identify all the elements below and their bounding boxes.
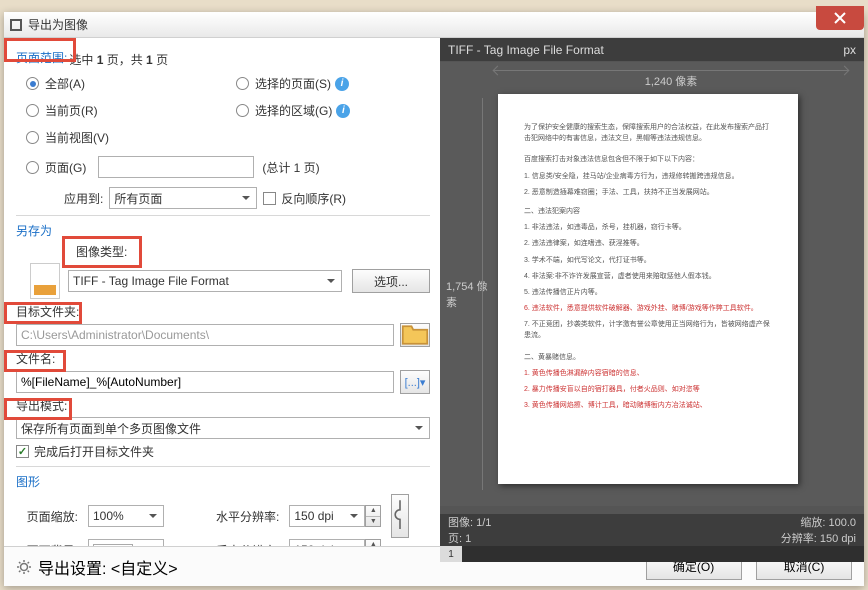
open-after-checkbox[interactable] (16, 445, 29, 458)
info-icon[interactable]: i (336, 104, 350, 118)
vres-label: 垂直分辨率: (216, 542, 279, 547)
zoom-label: 页面缩放: (16, 508, 78, 525)
titlebar: 导出为图像 (4, 12, 864, 38)
apply-to-select[interactable]: 所有页面 (109, 187, 257, 209)
save-as-title: 另存为 (16, 222, 430, 239)
dest-folder-input[interactable] (16, 324, 394, 346)
close-icon (834, 12, 846, 24)
export-settings-label[interactable]: 导出设置: <自定义> (38, 555, 178, 579)
export-dialog: 导出为图像 页面范围: 选中 1 页，共 1 页 全部(A) 选择的页面(S)i… (4, 12, 864, 586)
browse-folder-button[interactable] (400, 323, 430, 347)
radio-selected-area[interactable] (236, 104, 249, 117)
page-range-summary: 选中 1 页，共 1 页 (69, 51, 168, 68)
options-button[interactable]: 选项... (352, 269, 430, 293)
radio-current-view[interactable] (26, 131, 39, 144)
preview-header: TIFF - Tag Image File Format px (440, 38, 864, 62)
image-type-label: 图像类型: (76, 243, 430, 260)
apply-to-label: 应用到: (64, 190, 103, 207)
hres-label: 水平分辨率: (216, 508, 279, 525)
preview-tabs: 1 (440, 546, 864, 562)
reverse-order-checkbox[interactable] (263, 192, 276, 205)
open-after-label: 完成后打开目标文件夹 (34, 443, 154, 460)
folder-icon (401, 321, 429, 349)
radio-all[interactable] (26, 77, 39, 90)
info-icon[interactable]: i (335, 77, 349, 91)
filename-macro-button[interactable]: [...]▾ (400, 370, 430, 394)
dest-folder-label: 目标文件夹: (16, 303, 430, 320)
zoom-select[interactable]: 100% (88, 505, 164, 527)
export-mode-select[interactable]: 保存所有页面到单个多页图像文件 (16, 417, 430, 439)
bg-label: 页面背景: (16, 542, 78, 547)
preview-panel: TIFF - Tag Image File Format px 1,240 像素… (440, 38, 864, 546)
radio-selected-pages[interactable] (236, 77, 249, 90)
graphics-title: 图形 (16, 473, 430, 490)
page-range-title: 页面范围: (16, 49, 67, 66)
preview-tab-1[interactable]: 1 (440, 546, 462, 562)
dots-icon: [...]▾ (405, 376, 426, 389)
vres-select[interactable]: 150 dpi (289, 539, 365, 546)
link-res-button[interactable] (391, 494, 409, 538)
preview-page: 为了保护安全健康的搜索生态，保障搜索用户的合法权益，在此发布搜索产品打击犯网络中… (498, 94, 798, 484)
bg-select[interactable] (88, 539, 164, 546)
preview-footer: 图像: 1/1缩放: 100.0 页: 1分辨率: 150 dpi (440, 514, 864, 546)
filename-label: 文件名: (16, 350, 430, 367)
link-icon (392, 497, 408, 535)
hres-select[interactable]: 150 dpi (289, 505, 365, 527)
tiff-icon (30, 263, 60, 299)
radio-current[interactable] (26, 104, 39, 117)
reverse-order-label: 反向顺序(R) (281, 190, 346, 207)
export-mode-label: 导出模式: (16, 397, 430, 414)
window-icon (10, 19, 22, 31)
page-input[interactable] (98, 156, 254, 178)
gear-icon[interactable] (16, 559, 32, 575)
page-total: (总计 1 页) (262, 159, 319, 176)
close-button[interactable] (816, 6, 864, 30)
hres-spin[interactable]: ▲▼ (365, 505, 381, 527)
ruler-top: 1,240 像素 (494, 70, 848, 89)
vres-spin[interactable]: ▲▼ (365, 539, 381, 546)
ruler-left: 1,754 像素 (446, 98, 492, 490)
filename-input[interactable] (16, 371, 394, 393)
window-title: 导出为图像 (28, 16, 88, 33)
radio-page[interactable] (26, 161, 39, 174)
image-type-select[interactable]: TIFF - Tag Image File Format (68, 270, 342, 292)
